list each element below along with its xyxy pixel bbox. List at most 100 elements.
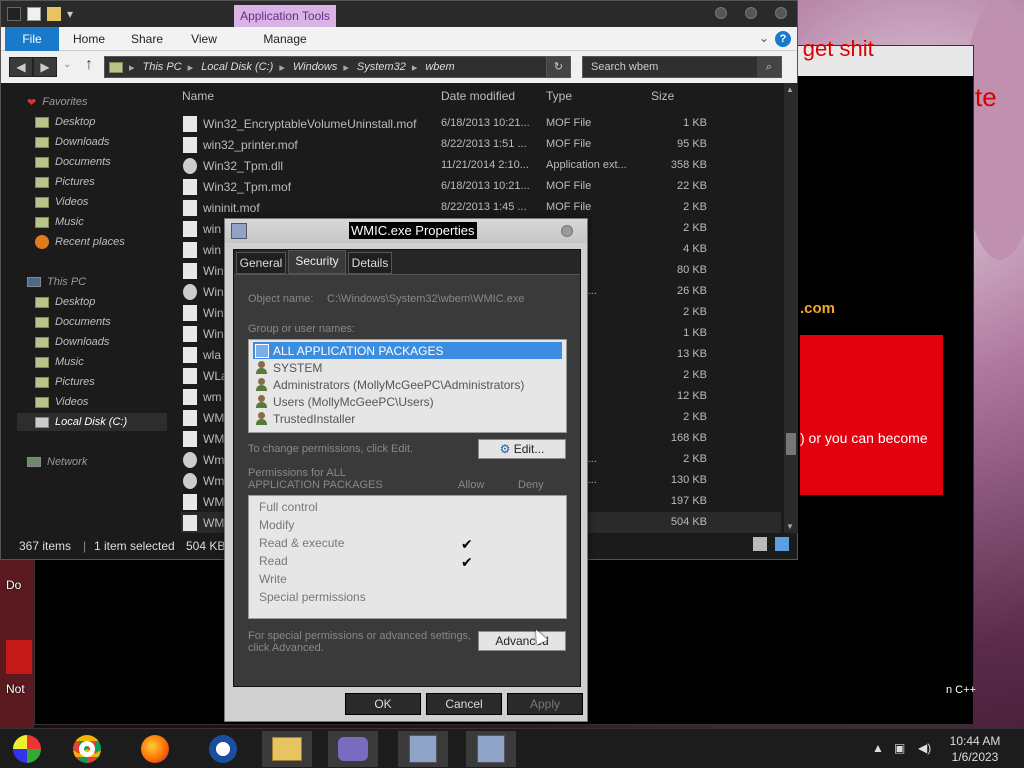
list-item-trustedinstaller[interactable]: TrustedInstaller [253, 410, 562, 427]
nav-item-label: Documents [55, 156, 111, 168]
taskbar-app-7[interactable] [398, 731, 448, 767]
properties-icon[interactable] [27, 7, 41, 21]
maximize-button[interactable] [745, 7, 757, 19]
nav-favorites-recent[interactable]: Recent places [35, 233, 125, 251]
cell-date: 8/22/2013 1:51 ... [441, 138, 527, 150]
file-list-scrollbar[interactable]: ▲ ▼ [784, 83, 798, 533]
table-row[interactable]: wininit.mof 8/22/2013 1:45 ... MOF File 2 K… [181, 197, 781, 218]
column-header-date[interactable]: Date modified [441, 89, 515, 103]
scroll-up-icon[interactable]: ▲ [786, 85, 794, 94]
folder-icon[interactable] [7, 7, 21, 21]
tab-home[interactable]: Home [61, 27, 117, 51]
tab-view[interactable]: View [177, 27, 231, 51]
column-header-name[interactable]: Name [182, 89, 214, 103]
list-item-users[interactable]: Users (MollyMcGeePC\Users) [253, 393, 562, 410]
list-item-administrators[interactable]: Administrators (MollyMcGeePC\Administrat… [253, 376, 562, 393]
taskbar-app-8[interactable] [466, 731, 516, 767]
ok-button[interactable]: OK [345, 693, 421, 715]
breadcrumb-windows[interactable]: Windows [293, 61, 338, 73]
folder-icon [35, 116, 49, 128]
tab-general[interactable]: General [236, 252, 286, 274]
refresh-icon[interactable]: ↻ [546, 57, 570, 77]
list-item-system[interactable]: SYSTEM [253, 359, 562, 376]
file-icon [183, 494, 197, 510]
tab-manage[interactable]: Manage [234, 27, 336, 51]
nav-favorites[interactable]: ❤ Favorites [27, 93, 87, 111]
navigation-pane: ❤ Favorites Desktop Downloads Documents … [1, 83, 169, 533]
taskbar-app-1[interactable] [2, 731, 52, 767]
nav-pc-music[interactable]: Music [35, 353, 84, 371]
ribbon-expand-icon[interactable]: ⌄ [759, 31, 769, 45]
taskbar-file-explorer[interactable] [262, 731, 312, 767]
dialog-close-button[interactable] [561, 225, 573, 237]
scroll-down-icon[interactable]: ▼ [786, 522, 794, 531]
taskbar-app-4[interactable] [198, 731, 248, 767]
nav-pc-videos[interactable]: Videos [35, 393, 88, 411]
clock-date: 1/6/2023 [951, 750, 999, 764]
nav-pc-local-disk[interactable]: Local Disk (C:) [17, 413, 167, 431]
dialog-title: WMIC.exe Properties [349, 222, 477, 239]
customize-toolbar-icon[interactable]: ▾ [67, 7, 77, 21]
tab-details[interactable]: Details [348, 252, 392, 274]
tab-security[interactable]: Security [288, 250, 346, 274]
nav-pc-documents[interactable]: Documents [35, 313, 111, 331]
network-icon [27, 457, 41, 467]
nav-pc-downloads[interactable]: Downloads [35, 333, 109, 351]
edit-button[interactable]: ⚙ Edit... [478, 439, 566, 459]
clock[interactable]: 10:44 AM 1/6/2023 [940, 733, 1010, 765]
background-link-fragment[interactable]: .com [800, 300, 835, 317]
up-button[interactable]: ↑ [85, 56, 93, 74]
nav-favorites-documents[interactable]: Documents [35, 153, 111, 171]
new-folder-icon[interactable] [47, 7, 61, 21]
background-banner-text: ) or you can become [800, 430, 928, 446]
taskbar-firefox[interactable] [130, 731, 180, 767]
tab-share[interactable]: Share [119, 27, 175, 51]
scrollbar-thumb[interactable] [786, 433, 796, 455]
recent-locations-icon[interactable]: ⌄ [63, 59, 71, 70]
table-row[interactable]: Win32_Tpm.dll 11/21/2014 2:10... Applicati… [181, 155, 781, 176]
nav-favorites-pictures[interactable]: Pictures [35, 173, 95, 191]
list-item-all-app-packages[interactable]: ALL APPLICATION PACKAGES [253, 342, 562, 359]
tiles-view-icon[interactable] [775, 537, 789, 551]
table-row[interactable]: win32_printer.mof 8/22/2013 1:51 ... MOF F… [181, 134, 781, 155]
apply-button[interactable]: Apply [507, 693, 583, 715]
nav-pc-pictures[interactable]: Pictures [35, 373, 95, 391]
nav-favorites-desktop[interactable]: Desktop [35, 113, 95, 131]
nav-pc-desktop[interactable]: Desktop [35, 293, 95, 311]
network-icon[interactable]: ▣ [894, 741, 905, 755]
address-field[interactable]: ▸ This PC ▸ Local Disk (C:) ▸ Windows ▸ … [104, 56, 571, 78]
advanced-button[interactable]: Advanced [478, 631, 566, 651]
nav-favorites-music[interactable]: Music [35, 213, 84, 231]
nav-network[interactable]: Network [27, 453, 87, 471]
breadcrumb-local-disk[interactable]: Local Disk (C:) [201, 61, 273, 73]
cell-size: 168 KB [670, 432, 707, 444]
show-hidden-icons[interactable]: ▲ [872, 741, 884, 755]
column-header-size[interactable]: Size [651, 89, 674, 103]
tab-file[interactable]: File [5, 27, 59, 51]
taskbar-app-6[interactable] [328, 731, 378, 767]
table-row[interactable]: Win32_Tpm.mof 6/18/2013 10:21... MOF File 2… [181, 176, 781, 197]
nav-this-pc[interactable]: This PC [27, 273, 86, 291]
close-button[interactable] [775, 7, 787, 19]
search-input[interactable]: Search wbem ⌕ [582, 56, 782, 78]
search-icon[interactable]: ⌕ [757, 57, 781, 77]
back-button[interactable]: ◀ [9, 57, 33, 77]
nav-favorites-videos[interactable]: Videos [35, 193, 88, 211]
help-icon[interactable]: ? [775, 31, 791, 47]
breadcrumb-wbem[interactable]: wbem [425, 61, 454, 73]
volume-icon[interactable]: ◀) [918, 741, 931, 755]
breadcrumb-this-pc[interactable]: This PC [143, 61, 182, 73]
minimize-button[interactable] [715, 7, 727, 19]
desktop-app-icon[interactable] [6, 640, 32, 674]
details-view-icon[interactable] [753, 537, 767, 551]
table-row[interactable]: Win32_EncryptableVolumeUninstall.mof 6/18… [181, 113, 781, 134]
cell-type: Application ext... [546, 159, 627, 171]
nav-favorites-downloads[interactable]: Downloads [35, 133, 109, 151]
permissions-for-label-2: APPLICATION PACKAGES [248, 479, 383, 491]
column-header-type[interactable]: Type [546, 89, 572, 103]
cancel-button[interactable]: Cancel [426, 693, 502, 715]
taskbar-chrome[interactable] [62, 731, 112, 767]
cell-name: WM [203, 495, 225, 509]
forward-button[interactable]: ▶ [33, 57, 57, 77]
breadcrumb-system32[interactable]: System32 [357, 61, 406, 73]
